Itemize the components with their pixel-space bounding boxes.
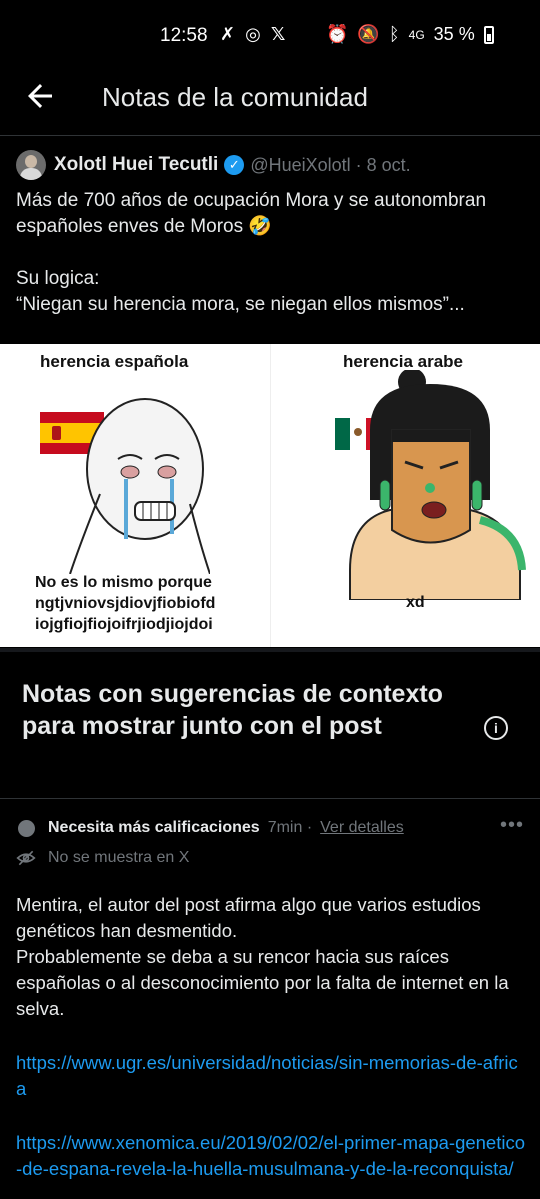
x-logo-icon: 𝕏 <box>270 24 286 44</box>
meme-caption-right: xd <box>406 594 425 611</box>
note-source-link-2[interactable]: https://www.xenomica.eu/2019/02/02/el-pr… <box>16 1130 528 1182</box>
status-system-icons: ⏰ 🔕 ᛒ 4G 35 % <box>326 24 494 45</box>
status-dot-icon <box>18 820 35 837</box>
meme-label-right: herencia arabe <box>343 352 464 371</box>
crying-wojak-drawing <box>69 398 210 574</box>
view-details-link[interactable]: Ver detalles <box>320 819 404 837</box>
battery-percent: 35 % <box>433 24 475 44</box>
more-options-icon[interactable]: ••• <box>500 814 524 837</box>
note-body: Mentira, el autor del post afirma algo q… <box>16 894 509 1019</box>
alarm-icon: ⏰ <box>326 24 349 44</box>
status-notification-icons: ✗ ◎ 𝕏 <box>220 24 285 45</box>
note-visibility: No se muestra en X <box>48 849 190 866</box>
mute-icon: 🔕 <box>357 24 380 44</box>
meme-caption-left: No es lo mismo porque ngtjvniovsjdiovjfi… <box>35 574 216 633</box>
signal-icon: 4G <box>408 27 425 42</box>
note-source-link-1[interactable]: https://www.ugr.es/universidad/noticias/… <box>16 1050 528 1102</box>
post-author-line: Xolotl Huei Tecutli ✓ @HueiXolotl · 8 oc… <box>54 154 411 176</box>
tools-icon: ✗ <box>220 24 236 44</box>
arrow-left-icon[interactable] <box>22 78 58 114</box>
info-icon[interactable]: i <box>484 716 508 740</box>
post-text: Más de 700 años de ocupación Mora y se a… <box>16 190 487 315</box>
bluetooth-icon: ᛒ <box>388 24 400 44</box>
top-app-bar: Notas de la comunidad <box>0 70 540 136</box>
status-time: 12:58 <box>160 25 208 46</box>
avatar[interactable] <box>16 150 46 180</box>
aztec-warrior-drawing <box>349 370 526 600</box>
note-status-line: Necesita más calificaciones 7min · Ver d… <box>48 819 404 837</box>
image-divider <box>270 344 271 647</box>
note-time: 7min · <box>267 819 313 836</box>
notes-section-title: Notas con sugerencias de contexto para m… <box>22 680 443 740</box>
page-title: Notas de la comunidad <box>102 82 368 112</box>
battery-icon <box>483 25 494 44</box>
verified-badge-icon: ✓ <box>224 155 245 175</box>
note-status: Necesita más calificaciones <box>48 819 260 836</box>
notes-section-header: Notas con sugerencias de contexto para m… <box>0 648 540 799</box>
status-bar: 12:58 ✗ ◎ 𝕏 ⏰ 🔕 ᛒ 4G 35 % <box>0 0 540 70</box>
eye-off-icon <box>16 850 36 866</box>
author-handle: @HueiXolotl · 8 oct. <box>250 154 411 175</box>
meme-label-left: herencia española <box>40 352 189 371</box>
author-name[interactable]: Xolotl Huei Tecutli <box>54 154 218 176</box>
post-image[interactable]: herencia española herencia arabe No es l… <box>0 344 540 647</box>
timer-icon: ◎ <box>245 24 261 44</box>
community-note-card[interactable]: Necesita más calificaciones 7min · Ver d… <box>0 800 540 1199</box>
